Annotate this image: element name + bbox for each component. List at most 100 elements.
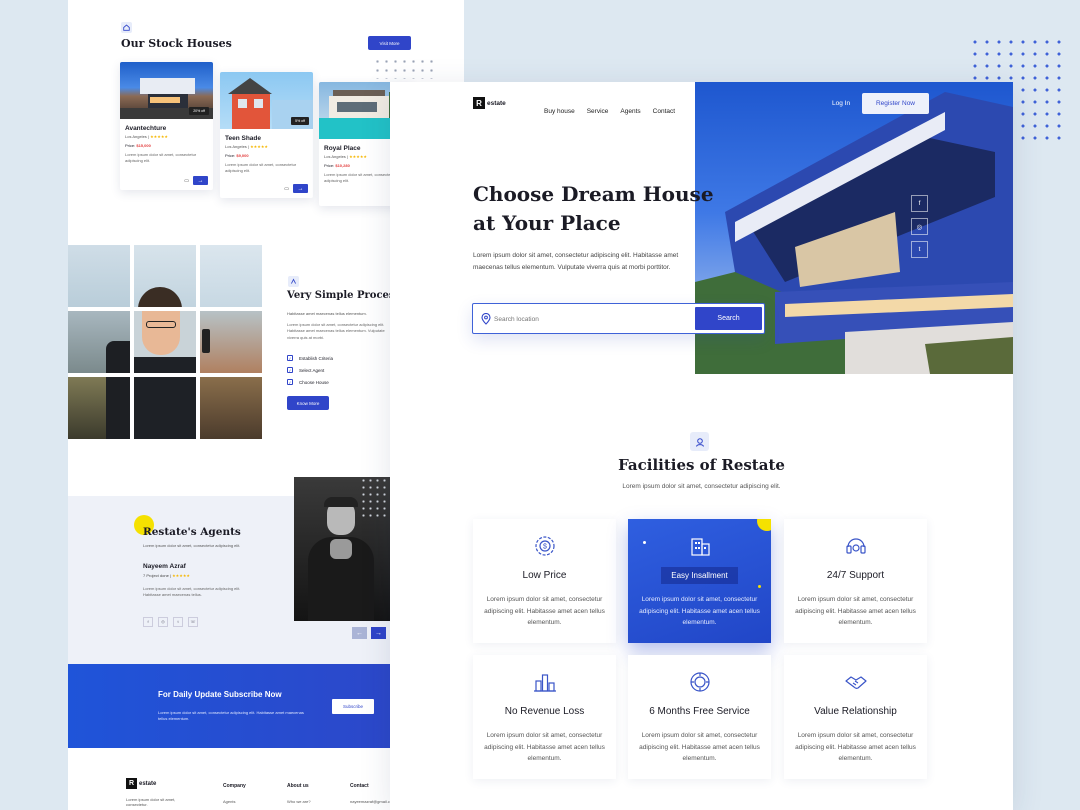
agent-photo — [294, 477, 390, 621]
phone-icon[interactable]: ☏ — [188, 616, 198, 627]
star-rating: ★★★★★ — [250, 144, 269, 149]
facility-title: No Revenue Loss — [504, 706, 585, 717]
hero-title-line-2: at Your Place — [473, 211, 621, 235]
house-card[interactable]: 5% off Teen Shade Los Angeles | ★★★★★ Pr… — [220, 72, 313, 198]
facebook-icon[interactable]: f — [911, 195, 928, 212]
agents-subtitle: Lorem ipsum dolor sit amet, consectetur … — [143, 543, 241, 548]
discount-tag: 5% off — [291, 117, 309, 125]
facility-card[interactable]: No Revenue Loss Lorem ipsum dolor sit am… — [473, 655, 616, 779]
footer-col-about: About us Who we are? — [287, 783, 311, 804]
subscribe-button[interactable]: Subscribe — [332, 699, 374, 714]
star-rating: ★★★★★ — [349, 154, 368, 159]
facility-title: Easy Insallment — [661, 567, 738, 584]
price-label: Price: — [225, 153, 236, 158]
arrow-right-icon[interactable]: → — [371, 627, 386, 639]
facility-card[interactable]: $ Low Price Lorem ipsum dolor sit amet, … — [473, 519, 616, 643]
visit-more-button[interactable]: Visit More — [368, 36, 411, 50]
facilities-subtitle: Lorem ipsum dolor sit amet, consectetur … — [622, 483, 781, 490]
agent-exp-text: 7 Project done | — [143, 573, 171, 578]
nav-service[interactable]: Service — [587, 108, 609, 115]
location-pin-icon — [481, 313, 491, 325]
facility-desc: Lorem ipsum dolor sit amet, consectetur … — [484, 596, 605, 627]
footer-col-company: Company Agents — [223, 783, 246, 804]
agents-title: Restate's Agents — [143, 526, 241, 538]
facility-title: 6 Months Free Service — [649, 706, 750, 717]
subscribe-title: For Daily Update Subscribe Now — [158, 690, 282, 699]
instagram-icon[interactable]: ◎ — [158, 616, 168, 627]
footer-col-title: About us — [287, 783, 309, 789]
stock-title: Our Stock Houses — [121, 37, 232, 50]
handshake-icon — [845, 676, 867, 689]
arrow-right-icon[interactable]: → — [293, 184, 308, 193]
facility-title: Value Relationship — [814, 706, 897, 717]
check-icon: ✓ — [287, 367, 293, 373]
facility-title: Low Price — [522, 570, 567, 581]
footer-col-title: Contact — [350, 783, 369, 789]
price-value: $9,000 — [236, 153, 249, 158]
home-icon — [121, 22, 132, 33]
logo[interactable]: R estate — [473, 97, 506, 109]
card-location: Los Angeles | — [324, 154, 348, 159]
hero-title: Choose Dream House at Your Place — [473, 180, 714, 238]
twitter-icon[interactable]: t — [173, 616, 183, 627]
price-value: $15,000 — [136, 143, 151, 148]
know-more-button[interactable]: Know More — [287, 396, 329, 410]
sparkle-dot — [643, 541, 646, 544]
video-icon[interactable]: ▭ — [184, 178, 189, 184]
checklist-item: ✓ Select Agent — [287, 367, 333, 373]
login-link[interactable]: Log In — [832, 100, 850, 107]
checklist-item: ✓ Establish Criteria — [287, 355, 333, 361]
facility-desc: Lorem ipsum dolor sit amet, consectetur … — [484, 732, 605, 763]
card-desc: Lorem ipsum dolor sit amet, consectetur … — [125, 152, 197, 163]
footer-logo: R estate — [126, 778, 156, 789]
checklist-label: Establish Criteria — [299, 355, 334, 361]
price-tag-icon: $ — [535, 536, 555, 556]
search-input[interactable] — [494, 312, 674, 326]
instagram-icon[interactable]: ◎ — [911, 218, 928, 235]
agent-experience: 7 Project done | ★★★★★ — [143, 573, 190, 578]
facility-desc: Lorem ipsum dolor sit amet, consectetur … — [639, 732, 760, 763]
process-subtitle: Habitasse amet maecenas tellus elementum… — [287, 311, 367, 316]
facility-card-active[interactable]: Easy Insallment Lorem ipsum dolor sit am… — [628, 519, 771, 643]
yellow-dot — [757, 519, 771, 531]
facility-title: 24/7 Support — [826, 570, 885, 581]
facility-card[interactable]: 24/7 Support Lorem ipsum dolor sit amet,… — [784, 519, 927, 643]
process-icon — [288, 276, 299, 287]
footer-link[interactable]: Agents — [223, 799, 246, 804]
agent-social: f ◎ t ☏ — [143, 610, 203, 628]
nav-agents[interactable]: Agents — [620, 108, 640, 115]
checklist-label: Select Agent — [299, 367, 325, 373]
arrow-left-icon[interactable]: ← — [352, 627, 367, 639]
facility-card[interactable]: Value Relationship Lorem ipsum dolor sit… — [784, 655, 927, 779]
footer-link[interactable]: nayeemazraf@gmail.com — [350, 799, 395, 804]
service-cycle-icon — [690, 672, 710, 692]
nav-buy-house[interactable]: Buy house — [544, 108, 575, 115]
twitter-icon[interactable]: t — [911, 241, 928, 258]
facebook-icon[interactable]: f — [143, 616, 153, 627]
discount-tag: 20% off — [189, 107, 209, 115]
video-icon[interactable]: ▭ — [284, 186, 289, 192]
checklist-item: ✓ Choose House — [287, 379, 333, 385]
arrow-right-icon[interactable]: → — [193, 176, 208, 185]
star-rating: ★★★★★ — [172, 573, 191, 578]
facility-desc: Lorem ipsum dolor sit amet, consectetur … — [795, 732, 916, 763]
search-button[interactable]: Search — [695, 307, 762, 330]
card-title: Avantechture — [125, 125, 167, 132]
house-card[interactable]: 20% off Avantechture Los Angeles | ★★★★★… — [120, 62, 213, 190]
nav-contact[interactable]: Contact — [653, 108, 675, 115]
subscribe-desc: Lorem ipsum dolor sit amet, consectetur … — [158, 710, 304, 722]
star-rating: ★★★★★ — [150, 134, 169, 139]
main-nav: Buy house Service Agents Contact — [544, 100, 687, 118]
hero-social-links: f ◎ t — [911, 195, 928, 264]
facilities-title: Facilities of Restate — [618, 456, 785, 474]
dot-pattern-gray — [373, 57, 433, 79]
svg-text:$: $ — [543, 544, 547, 551]
facility-desc: Lorem ipsum dolor sit amet, consectetur … — [795, 596, 916, 627]
card-location: Los Angeles | — [225, 144, 249, 149]
facility-card[interactable]: 6 Months Free Service Lorem ipsum dolor … — [628, 655, 771, 779]
card-location: Los Angeles | — [125, 134, 149, 139]
check-icon: ✓ — [287, 379, 293, 385]
register-button[interactable]: Register Now — [862, 93, 929, 114]
process-title: Very Simple Process — [287, 290, 401, 301]
footer-link[interactable]: Who we are? — [287, 799, 311, 804]
